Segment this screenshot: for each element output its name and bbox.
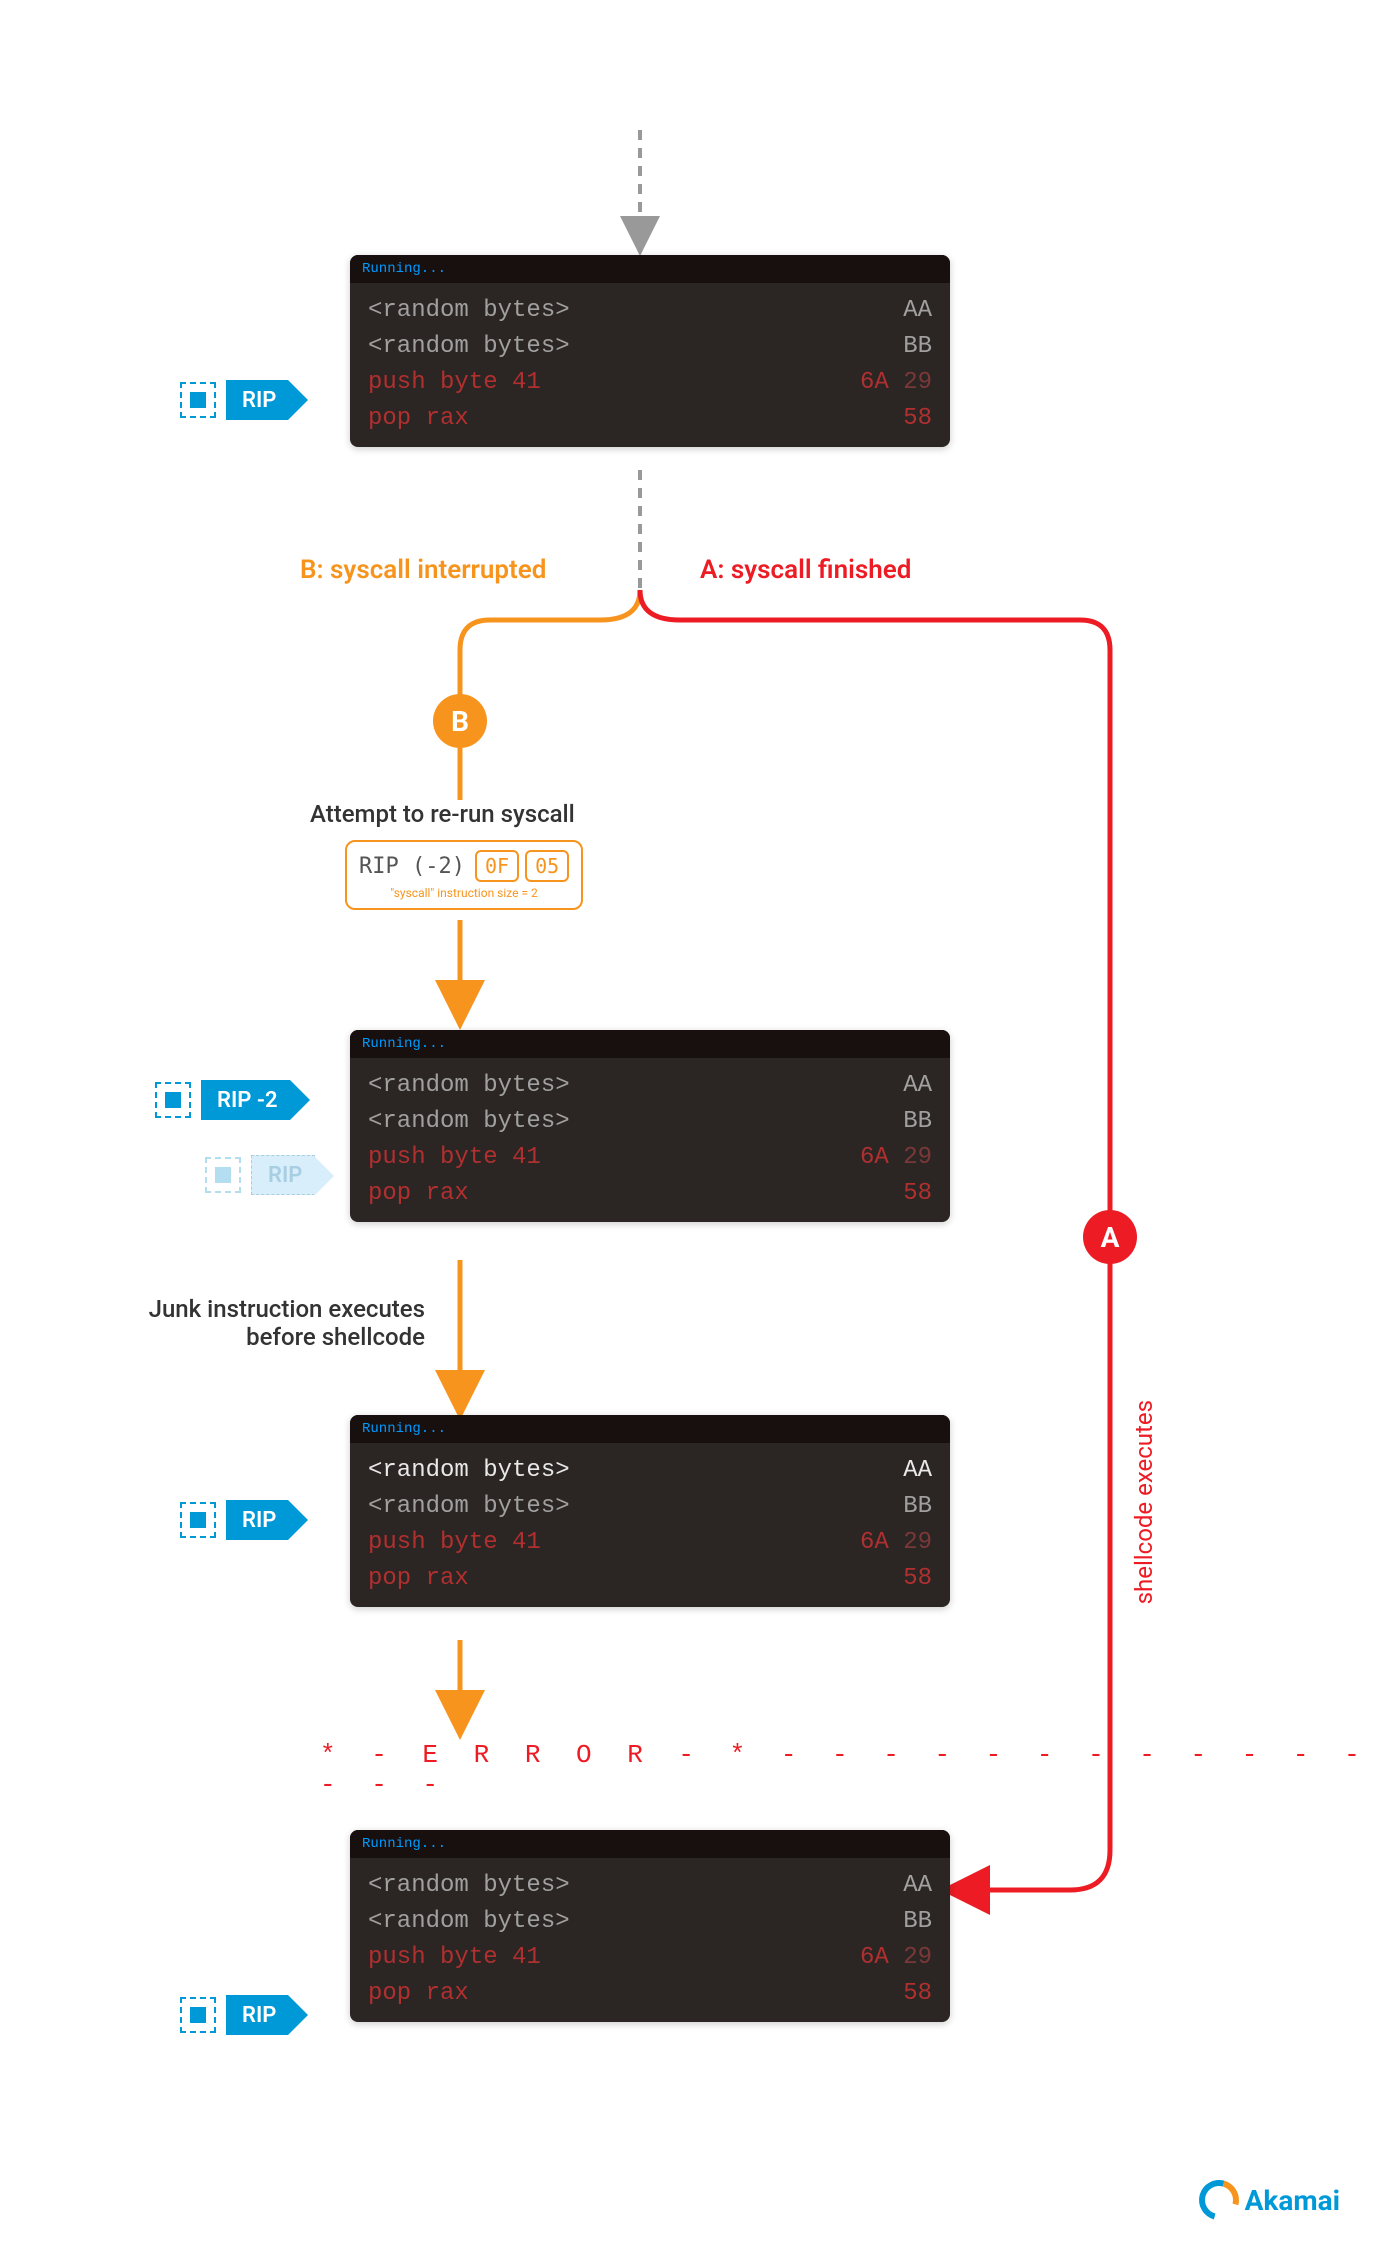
code-box-2: Running... <random bytes>AA <random byte…: [350, 1030, 950, 1222]
codebox-header: Running...: [350, 1415, 950, 1443]
cpu-chip-icon: [205, 1157, 241, 1193]
label-a-finished: A: syscall finished: [700, 555, 911, 585]
label-attempt: Attempt to re-run syscall: [310, 800, 575, 828]
rip-pointer-1: RIP: [180, 380, 288, 420]
akamai-logo: Akamai: [1199, 2180, 1340, 2220]
rip-tag-faded: RIP: [251, 1155, 315, 1195]
cpu-chip-icon: [180, 382, 216, 418]
code-box-1: Running... <random bytes>AA <random byte…: [350, 255, 950, 447]
cpu-chip-icon: [180, 1997, 216, 2033]
rip-pointer-3: RIP: [180, 1500, 288, 1540]
codebox-header: Running...: [350, 1830, 950, 1858]
badge-b: B: [433, 694, 487, 748]
rip-tag: RIP: [226, 380, 288, 420]
label-junk: Junk instruction executes before shellco…: [125, 1295, 425, 1351]
cpu-chip-icon: [155, 1082, 191, 1118]
cpu-chip-icon: [180, 1502, 216, 1538]
rip-tag: RIP: [226, 1500, 288, 1540]
code-box-3: Running... <random bytes>AA <random byte…: [350, 1415, 950, 1607]
codebox-header: Running...: [350, 255, 950, 283]
label-b-interrupted: B: syscall interrupted: [300, 555, 546, 585]
rip-tag: RIP: [226, 1995, 288, 2035]
codebox-header: Running...: [350, 1030, 950, 1058]
code-box-4: Running... <random bytes>AA <random byte…: [350, 1830, 950, 2022]
rip-pointer-4: RIP: [180, 1995, 288, 2035]
rip-pointer-2a: RIP -2: [155, 1080, 290, 1120]
rip-minus2-box: RIP (-2) 0F 05 "syscall" instruction siz…: [345, 840, 583, 910]
akamai-swoosh-icon: [1191, 2173, 1246, 2228]
rip-pointer-2b-faded: RIP: [205, 1155, 315, 1195]
label-shellcode-executes: shellcode executes: [1130, 1400, 1158, 1604]
error-text: * - E R R O R - * - - - - - - - - - - - …: [320, 1740, 1400, 1800]
badge-a: A: [1083, 1210, 1137, 1264]
rip-minus2-tag: RIP -2: [201, 1080, 290, 1120]
